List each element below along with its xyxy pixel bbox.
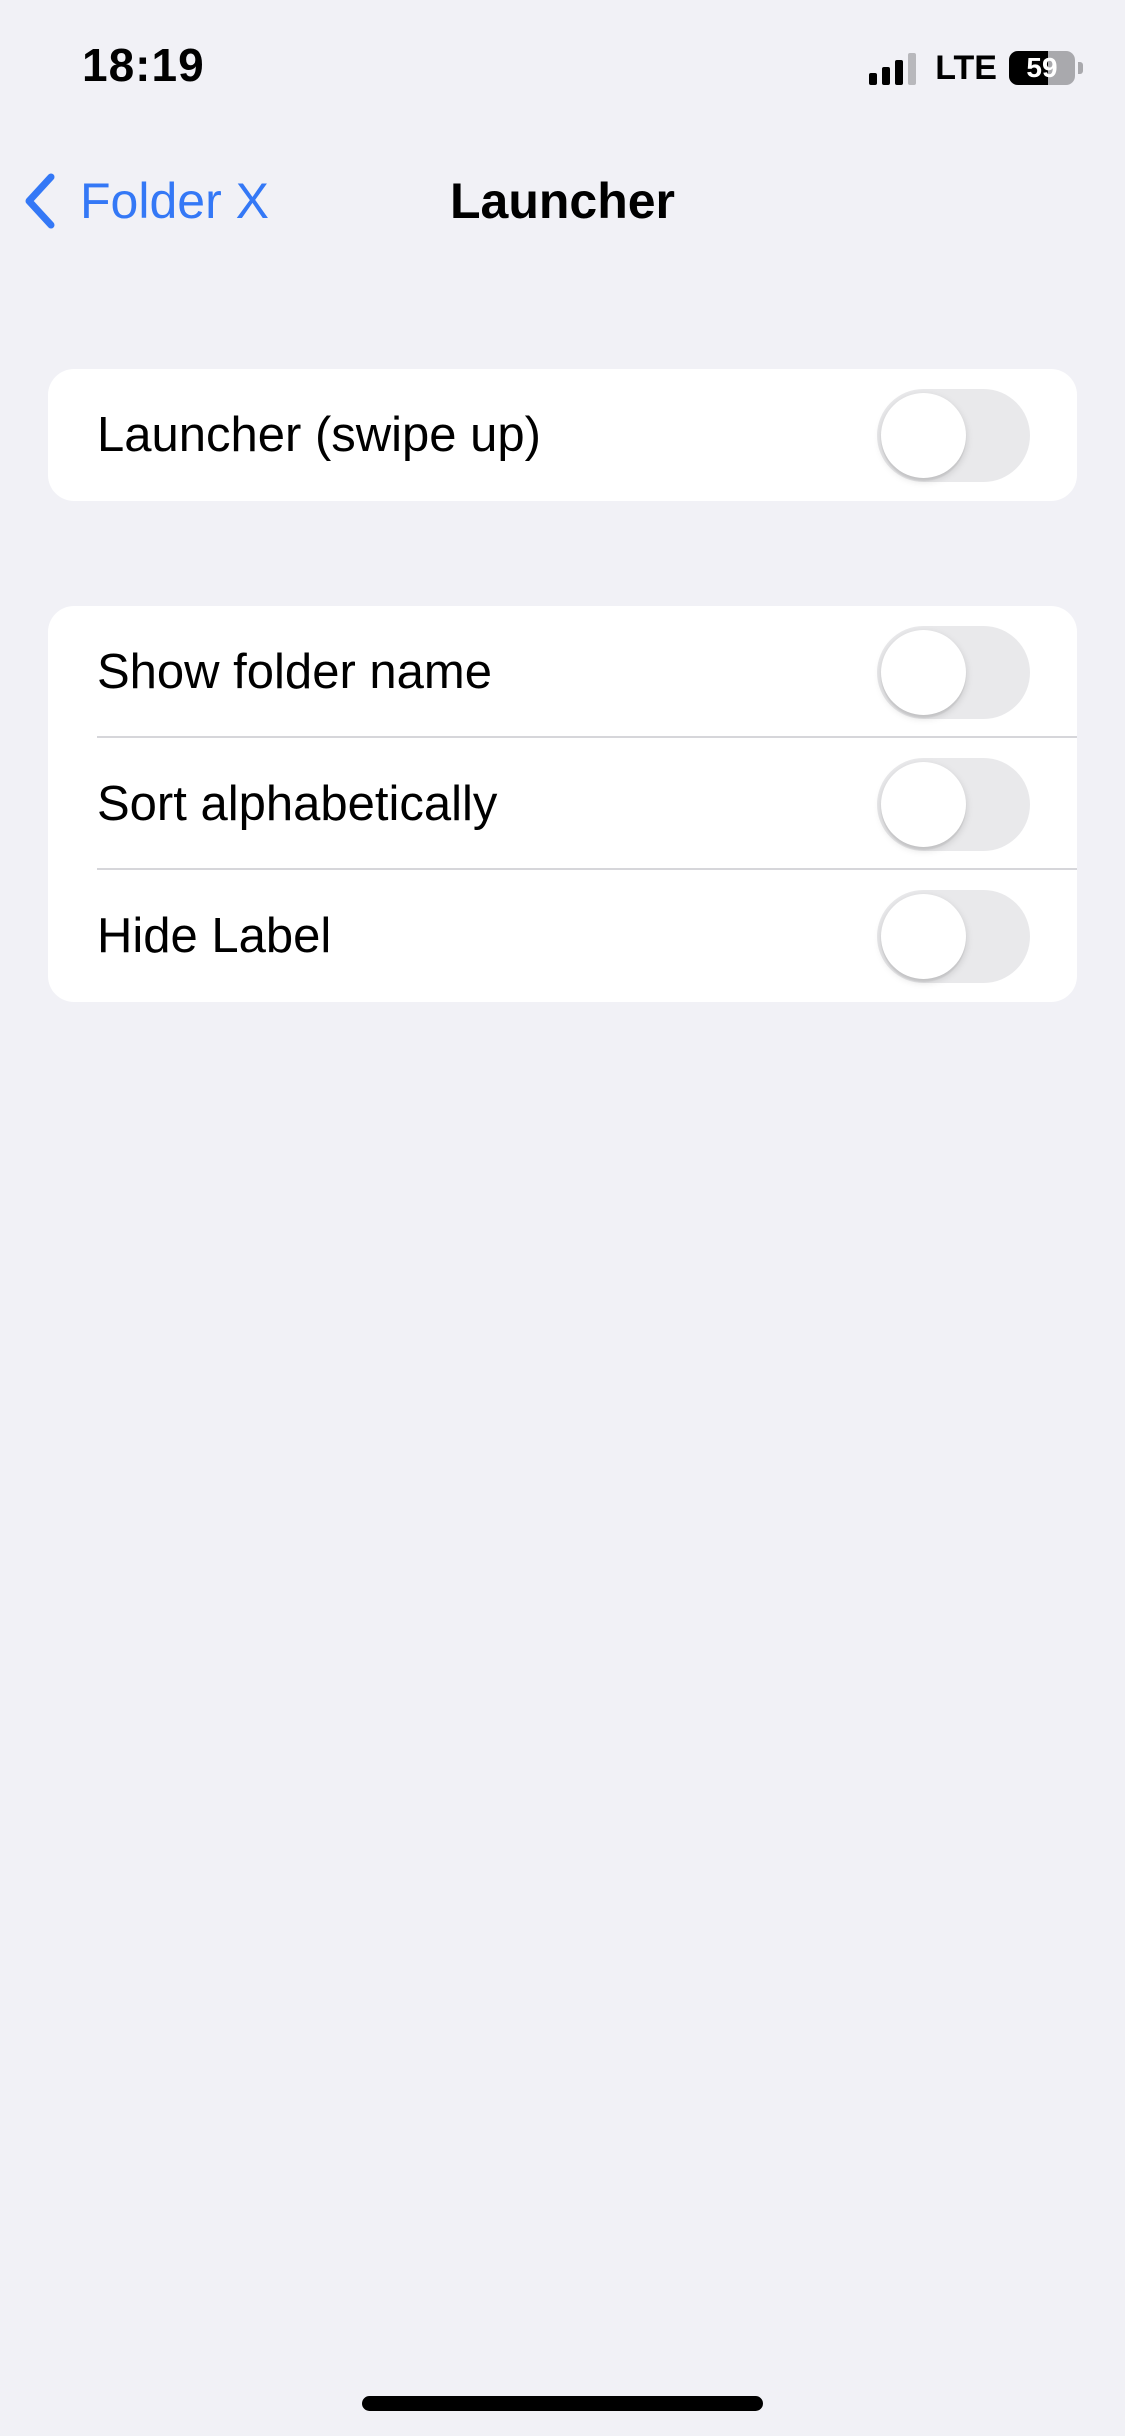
battery-level: 59 — [1026, 52, 1058, 83]
toggle-knob — [881, 393, 966, 478]
back-button[interactable]: Folder X — [24, 166, 269, 236]
toggle-knob — [881, 894, 966, 979]
navigation-bar: Launcher Folder X — [0, 150, 1125, 250]
row-label: Show folder name — [97, 645, 492, 699]
settings-row-show-folder-name: Show folder name — [48, 606, 1077, 738]
show-folder-name-toggle[interactable] — [877, 626, 1030, 719]
home-indicator[interactable] — [362, 2396, 763, 2411]
settings-row-hide-label: Hide Label — [48, 870, 1077, 1002]
row-label: Hide Label — [97, 909, 332, 963]
settings-group-launcher: Launcher (swipe up) — [48, 369, 1077, 501]
battery-tip — [1078, 62, 1083, 74]
settings-group-display: Show folder name Sort alphabetically Hid… — [48, 606, 1077, 1002]
toggle-knob — [881, 630, 966, 715]
chevron-left-icon — [24, 173, 56, 229]
settings-row-sort-alphabetically: Sort alphabetically — [48, 738, 1077, 870]
sort-alphabetically-toggle[interactable] — [877, 758, 1030, 851]
launcher-swipe-up-toggle[interactable] — [877, 389, 1030, 482]
battery-icon: 59 — [1009, 51, 1075, 85]
status-indicators: LTE 59 — [869, 48, 1083, 88]
network-type: LTE — [935, 48, 997, 87]
signal-icon — [869, 51, 921, 85]
hide-label-toggle[interactable] — [877, 890, 1030, 983]
row-label: Launcher (swipe up) — [97, 408, 541, 462]
status-time: 18:19 — [82, 39, 205, 91]
status-bar: 18:19 LTE 59 — [0, 0, 1125, 140]
toggle-knob — [881, 762, 966, 847]
settings-row-launcher-swipe-up: Launcher (swipe up) — [48, 369, 1077, 501]
row-label: Sort alphabetically — [97, 777, 498, 831]
back-label: Folder X — [80, 173, 269, 229]
